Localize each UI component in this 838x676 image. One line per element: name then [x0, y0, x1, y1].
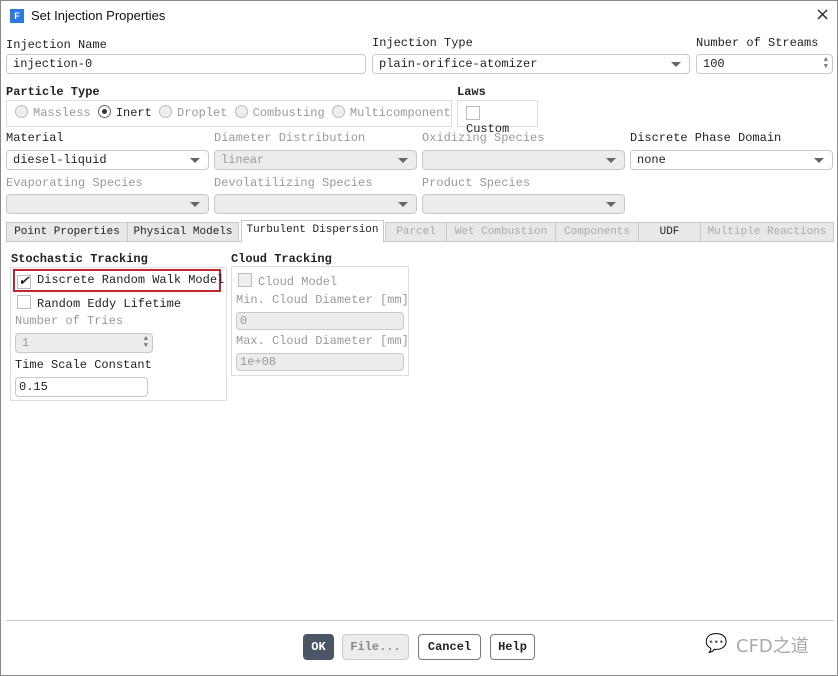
- chevron-down-icon: [190, 202, 200, 207]
- material-label: Material: [6, 131, 64, 145]
- injection-name-label: Injection Name: [6, 38, 107, 52]
- radio-droplet[interactable]: Droplet: [159, 105, 227, 120]
- file-button[interactable]: File...: [342, 634, 409, 660]
- discrete-random-walk-checkbox[interactable]: ✔ Discrete Random Walk Model: [17, 273, 224, 289]
- cloud-tracking-title: Cloud Tracking: [231, 252, 332, 266]
- chevron-down-icon: [814, 158, 824, 163]
- laws-label: Laws: [457, 85, 486, 99]
- oxidizing-species-dropdown[interactable]: [422, 150, 625, 170]
- random-eddy-lifetime-checkbox[interactable]: Random Eddy Lifetime: [17, 295, 181, 311]
- particle-type-label: Particle Type: [6, 85, 100, 99]
- max-cloud-diameter-input[interactable]: 1e+08: [236, 353, 404, 371]
- discrete-phase-domain-dropdown[interactable]: none: [630, 150, 833, 170]
- devolatilizing-species-label: Devolatilizing Species: [214, 176, 373, 190]
- product-species-dropdown[interactable]: [422, 194, 625, 214]
- radio-inert[interactable]: Inert: [97, 105, 152, 120]
- dialog-window: F Set Injection Properties × Injection N…: [0, 0, 838, 676]
- radio-combusting[interactable]: Combusting: [234, 105, 325, 120]
- spinner-arrows-icon: ▲ ▼: [143, 335, 148, 350]
- particle-type-group: Massless Inert Droplet Combusting Multic…: [6, 100, 452, 127]
- diameter-distribution-value: linear: [221, 153, 265, 167]
- injection-name-input[interactable]: injection-0: [6, 54, 366, 74]
- time-scale-constant-label: Time Scale Constant: [15, 358, 152, 372]
- tab-point-properties[interactable]: Point Properties: [6, 222, 128, 242]
- chevron-down-icon: [190, 158, 200, 163]
- laws-group: Custom: [457, 100, 538, 136]
- spinner-arrows-icon[interactable]: ▲ ▼: [824, 57, 828, 71]
- tab-udf[interactable]: UDF: [638, 222, 701, 242]
- tab-multiple-reactions[interactable]: Multiple Reactions: [700, 222, 834, 242]
- diameter-distribution-label: Diameter Distribution: [214, 131, 366, 145]
- tab-physical-models[interactable]: Physical Models: [127, 222, 239, 242]
- product-species-label: Product Species: [422, 176, 531, 190]
- evaporating-species-dropdown[interactable]: [6, 194, 209, 214]
- watermark: CFD之道: [736, 636, 809, 657]
- chevron-down-icon: [398, 158, 408, 163]
- diameter-distribution-dropdown[interactable]: linear: [214, 150, 417, 170]
- cloud-model-checkbox[interactable]: Cloud Model: [238, 273, 337, 289]
- discrete-phase-domain-value: none: [637, 153, 666, 167]
- check-icon: ✔: [17, 274, 31, 289]
- injection-type-value: plain-orifice-atomizer: [379, 57, 538, 71]
- time-scale-constant-input[interactable]: 0.15: [15, 377, 148, 397]
- chevron-down-icon: [398, 202, 408, 207]
- ok-button[interactable]: OK: [303, 634, 334, 660]
- injection-type-label: Injection Type: [372, 36, 473, 50]
- help-button[interactable]: Help: [490, 634, 535, 660]
- footer-divider: [6, 620, 834, 621]
- discrete-phase-domain-label: Discrete Phase Domain: [630, 131, 782, 145]
- radio-multicomponent[interactable]: Multicomponent: [331, 105, 451, 120]
- tab-parcel[interactable]: Parcel: [385, 222, 447, 242]
- streams-stepper[interactable]: 100 ▲ ▼: [696, 54, 833, 74]
- stochastic-tracking-title: Stochastic Tracking: [11, 252, 148, 266]
- oxidizing-species-label: Oxidizing Species: [422, 131, 545, 145]
- chevron-down-icon: [606, 202, 616, 207]
- min-cloud-diameter-label: Min. Cloud Diameter [mm]: [236, 293, 409, 307]
- cancel-button[interactable]: Cancel: [418, 634, 481, 660]
- max-cloud-diameter-label: Max. Cloud Diameter [mm]: [236, 334, 409, 348]
- material-value: diesel-liquid: [13, 153, 107, 167]
- streams-value: 100: [703, 57, 725, 71]
- chevron-down-icon: [671, 62, 681, 67]
- app-icon: F: [10, 9, 24, 23]
- tab-components[interactable]: Components: [555, 222, 639, 242]
- chevron-down-icon: [606, 158, 616, 163]
- wechat-icon: 💬: [705, 633, 728, 654]
- number-of-tries-label: Number of Tries: [15, 314, 124, 328]
- material-dropdown[interactable]: diesel-liquid: [6, 150, 209, 170]
- streams-label: Number of Streams: [696, 36, 819, 50]
- devolatilizing-species-dropdown[interactable]: [214, 194, 417, 214]
- radio-massless[interactable]: Massless: [15, 105, 91, 120]
- number-of-tries-stepper[interactable]: 1 ▲ ▼: [15, 333, 153, 353]
- tab-wet-combustion[interactable]: Wet Combustion: [446, 222, 556, 242]
- window-title: Set Injection Properties: [31, 8, 166, 23]
- close-icon[interactable]: ×: [815, 4, 830, 25]
- min-cloud-diameter-input[interactable]: 0: [236, 312, 404, 330]
- injection-type-dropdown[interactable]: plain-orifice-atomizer: [372, 54, 690, 74]
- tab-turbulent-dispersion[interactable]: Turbulent Dispersion: [241, 220, 384, 243]
- evaporating-species-label: Evaporating Species: [6, 176, 143, 190]
